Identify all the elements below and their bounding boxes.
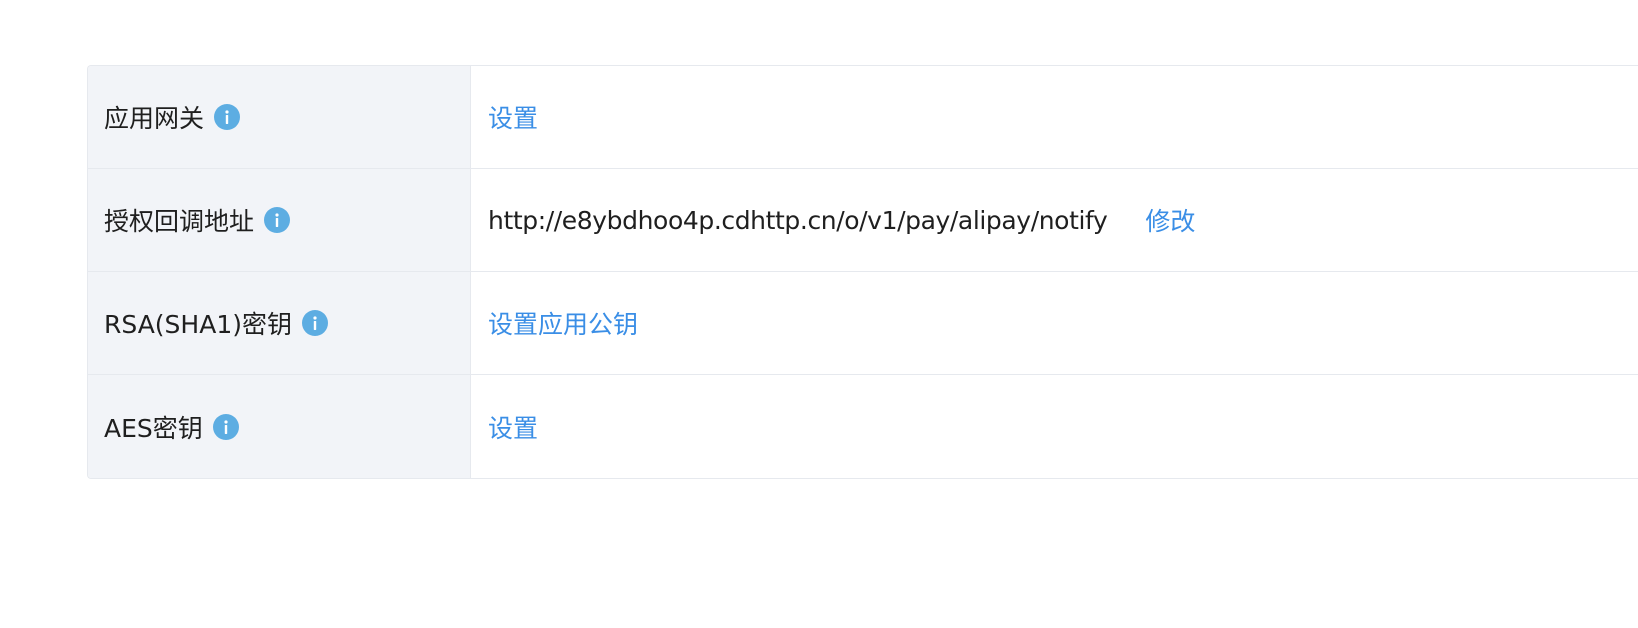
value-cell: 设置应用公钥 [471, 272, 1638, 374]
row-app-gateway: 应用网关 设置 [88, 66, 1638, 169]
value-cell: 设置 [471, 375, 1638, 478]
row-aes-key: AES密钥 设置 [88, 375, 1638, 478]
info-icon[interactable] [214, 104, 241, 130]
set-public-key-link[interactable]: 设置应用公钥 [488, 305, 638, 341]
row-auth-callback: 授权回调地址 http://e8ybdhoo4p.cdhttp.cn/o/v1/… [88, 169, 1638, 272]
set-app-gateway-link[interactable]: 设置 [488, 99, 538, 135]
label-cell: 应用网关 [88, 66, 471, 168]
info-icon[interactable] [302, 310, 328, 336]
value-cell: 设置 [471, 66, 1638, 168]
row-label: 应用网关 [104, 104, 205, 133]
row-label: AES密钥 [104, 413, 203, 443]
settings-table: 应用网关 设置 授权回调地址 http://e8ybdhoo4p.cdhttp.… [87, 65, 1638, 479]
row-label: 授权回调地址 [104, 207, 255, 236]
page: 应用网关 设置 授权回调地址 http://e8ybdhoo4p.cdhttp.… [0, 0, 1638, 628]
label-cell: RSA(SHA1)密钥 [88, 272, 471, 374]
callback-url: http://e8ybdhoo4p.cdhttp.cn/o/v1/pay/ali… [488, 205, 1108, 235]
info-icon[interactable] [264, 207, 291, 233]
row-label: RSA(SHA1)密钥 [104, 310, 292, 339]
set-aes-key-link[interactable]: 设置 [488, 409, 538, 445]
row-rsa-key: RSA(SHA1)密钥 设置应用公钥 [88, 272, 1638, 375]
label-cell: 授权回调地址 [88, 169, 471, 271]
label-cell: AES密钥 [88, 375, 471, 478]
modify-callback-link[interactable]: 修改 [1145, 202, 1195, 238]
value-cell: http://e8ybdhoo4p.cdhttp.cn/o/v1/pay/ali… [471, 169, 1638, 271]
info-icon[interactable] [212, 413, 239, 440]
